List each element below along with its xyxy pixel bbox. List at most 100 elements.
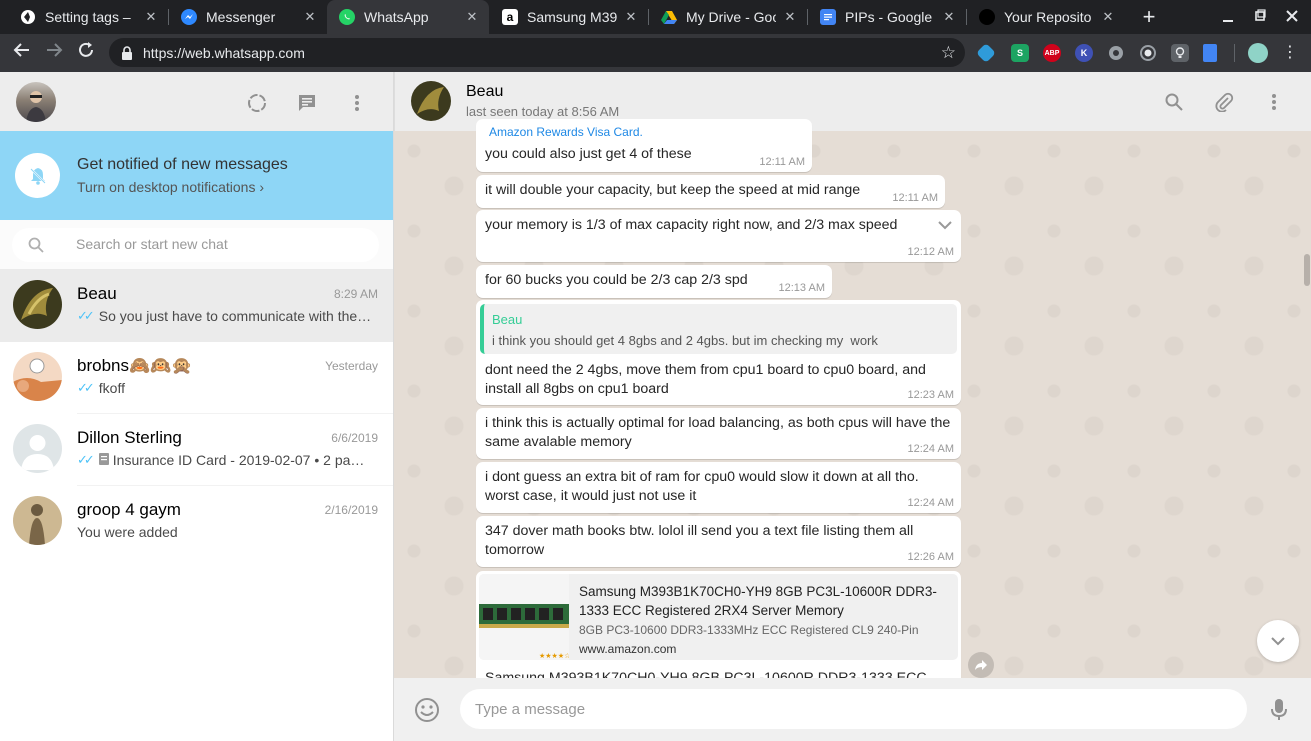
browser-menu-icon[interactable]: ⋮ <box>1278 41 1302 65</box>
chat-item-dillon-sterling[interactable]: Dillon Sterling 6/6/2019 ✓✓ Insurance ID … <box>0 414 393 486</box>
menu-icon[interactable] <box>345 91 369 115</box>
whatsapp-icon <box>339 9 355 25</box>
double-check-icon: ✓✓ <box>77 308 95 323</box>
close-icon[interactable]: ✕ <box>782 9 798 25</box>
k-ext-icon[interactable]: K <box>1075 44 1093 62</box>
status-icon[interactable] <box>245 91 269 115</box>
shield-ext-icon[interactable] <box>976 43 996 63</box>
message-bubble-reply[interactable]: Beau i think you should get 4 8gbs and 2… <box>476 300 961 405</box>
chevron-down-icon[interactable] <box>938 218 952 234</box>
chat-time: 6/6/2019 <box>331 431 378 445</box>
whatsapp-app: Get notified of new messages Turn on des… <box>0 72 1311 741</box>
new-tab-button[interactable]: + <box>1137 5 1161 29</box>
message-time: 12:24 AM <box>907 443 954 455</box>
minimize-button[interactable] <box>1218 7 1238 27</box>
my-avatar[interactable] <box>16 82 56 122</box>
message-bubble[interactable]: for 60 bucks you could be 2/3 cap 2/3 sp… <box>476 265 832 298</box>
address-bar[interactable]: https://web.whatsapp.com ☆ <box>109 38 965 67</box>
scroll-down-button[interactable] <box>1257 620 1299 662</box>
message-bubble[interactable]: your memory is 1/3 of max capacity right… <box>476 210 961 262</box>
close-icon[interactable]: ✕ <box>143 9 159 25</box>
message-time: 12:12 AM <box>907 246 954 258</box>
chat-time: Yesterday <box>325 359 378 373</box>
message-time: 12:13 AM <box>778 282 825 294</box>
browser-tab[interactable]: Setting tags – ✕ <box>8 0 168 34</box>
close-icon[interactable]: ✕ <box>623 9 639 25</box>
github-icon <box>979 9 995 25</box>
product-thumbnail: ★★★★☆ <box>479 574 570 660</box>
notification-link[interactable]: Turn on desktop notifications › <box>77 179 264 195</box>
chat-preview: You were added <box>77 524 178 540</box>
search-input[interactable] <box>76 236 356 252</box>
chat-preview: Insurance ID Card - 2019-02-07 • 2 pa… <box>112 452 365 468</box>
avatar <box>13 496 62 545</box>
close-icon[interactable]: ✕ <box>464 9 480 25</box>
bookmark-star-icon[interactable]: ☆ <box>941 43 956 63</box>
message-text-line: i think this is actually optimal for loa… <box>485 415 951 431</box>
microphone-icon[interactable] <box>1270 698 1288 727</box>
browser-tab[interactable]: Messenger ✕ <box>169 0 327 34</box>
link-site: www.amazon.com <box>579 642 677 656</box>
profile-avatar-icon[interactable] <box>1248 43 1268 63</box>
browser-tab[interactable]: PIPs - Google ✕ <box>808 0 966 34</box>
chat-sidebar: Get notified of new messages Turn on des… <box>0 72 394 741</box>
notification-subtitle[interactable]: Turn on desktop notifications <box>77 179 255 195</box>
message-bubble[interactable]: it will double your capacity, but keep t… <box>476 175 945 208</box>
forward-icon[interactable] <box>968 652 994 678</box>
tab-title: My Drive - Goo <box>686 9 776 25</box>
conversation-panel: Beau last seen today at 8:56 AM Amazon R… <box>394 72 1311 741</box>
browser-tab[interactable]: a Samsung M39 ✕ <box>490 0 648 34</box>
close-icon[interactable]: ✕ <box>302 9 318 25</box>
chat-item-beau[interactable]: Beau 8:29 AM ✓✓ So you just have to commu… <box>0 270 393 342</box>
search-icon[interactable] <box>1162 90 1186 114</box>
message-bubble[interactable]: 347 dover math books btw. lolol ill send… <box>476 516 961 567</box>
message-text-line: 347 dover math books btw. lolol ill send… <box>485 523 914 539</box>
message-input[interactable] <box>460 689 1247 729</box>
chat-time: 2/16/2019 <box>324 503 378 517</box>
chrome-ext-icon[interactable] <box>1107 44 1125 62</box>
s-ext-icon[interactable]: S <box>1011 44 1029 62</box>
chat-name: brobns🙈🙉🙊 <box>77 356 193 375</box>
compose-bar <box>394 678 1311 741</box>
forward-button[interactable] <box>42 41 66 65</box>
browser-tab[interactable]: Your Reposito ✕ <box>967 0 1125 34</box>
message-text-line: same avalable memory <box>485 434 632 450</box>
message-bubble-link[interactable]: ★★★★☆ Samsung M393B1K70CH0-YH9 8GB PC3L-… <box>476 571 961 691</box>
new-chat-icon[interactable] <box>295 91 319 115</box>
emoji-icon[interactable] <box>414 697 440 728</box>
sidebar-header <box>0 72 393 131</box>
message-bubble[interactable]: i think this is actually optimal for loa… <box>476 408 961 459</box>
attach-icon[interactable] <box>1212 90 1236 114</box>
doc-ext-icon[interactable] <box>1203 44 1217 62</box>
contact-avatar[interactable] <box>411 81 451 121</box>
link-text-cutoff: Amazon Rewards Visa Card. <box>489 125 643 139</box>
tab-title: Messenger <box>206 9 276 25</box>
back-button[interactable] <box>10 41 34 65</box>
notification-banner[interactable]: Get notified of new messages Turn on des… <box>0 131 393 220</box>
link-preview-card[interactable]: ★★★★☆ Samsung M393B1K70CH0-YH9 8GB PC3L-… <box>479 574 958 660</box>
message-time: 12:23 AM <box>907 389 954 401</box>
bulb-ext-icon[interactable] <box>1171 44 1189 62</box>
search-box[interactable] <box>12 228 379 262</box>
message-bubble[interactable]: Amazon Rewards Visa Card. you could also… <box>476 119 812 172</box>
chat-time: 8:29 AM <box>333 287 378 301</box>
double-check-icon: ✓✓ <box>77 452 95 467</box>
chevron-down-icon <box>1271 637 1285 646</box>
chat-item-groop-4-gaym[interactable]: groop 4 gaym 2/16/2019 You were added <box>0 486 393 558</box>
message-bubble[interactable]: i dont guess an extra bit of ram for cpu… <box>476 462 961 513</box>
chat-item-brobns[interactable]: brobns🙈🙉🙊 Yesterday ✓✓ fkoff <box>0 342 393 414</box>
restore-button[interactable] <box>1250 7 1270 27</box>
quoted-author: Beau <box>492 312 523 327</box>
reload-button[interactable] <box>74 41 98 65</box>
scrollbar[interactable] <box>1304 254 1310 286</box>
close-window-button[interactable] <box>1282 7 1302 27</box>
document-icon <box>98 452 109 468</box>
browser-tab-active[interactable]: WhatsApp ✕ <box>327 0 489 34</box>
circle-ext-icon[interactable] <box>1139 44 1157 62</box>
close-icon[interactable]: ✕ <box>941 9 957 25</box>
close-icon[interactable]: ✕ <box>1100 9 1116 25</box>
browser-tab[interactable]: My Drive - Goo ✕ <box>649 0 807 34</box>
abp-ext-icon[interactable]: ABP <box>1043 44 1061 62</box>
quoted-message[interactable]: Beau i think you should get 4 8gbs and 2… <box>480 304 957 354</box>
menu-icon[interactable] <box>1262 90 1286 114</box>
